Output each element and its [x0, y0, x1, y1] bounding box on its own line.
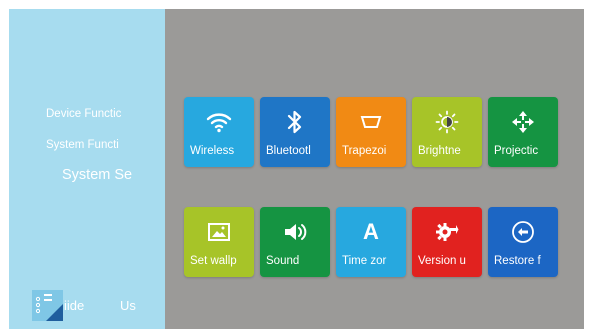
bottom-guide-label[interactable]: iide — [64, 298, 84, 313]
tile-label: Projectic — [494, 145, 539, 157]
tile-restore-factory[interactable]: Restore f — [488, 207, 558, 277]
tile-label: Restore f — [494, 255, 541, 267]
tile-label: Bluetootl — [266, 145, 311, 157]
bottom-user-label[interactable]: Us — [120, 298, 136, 313]
bluetooth-icon — [280, 107, 310, 137]
guide-icon[interactable] — [32, 290, 63, 321]
tile-brightness[interactable]: Brightne — [412, 97, 482, 167]
tile-sound[interactable]: Sound — [260, 207, 330, 277]
tile-projection[interactable]: Projectic — [488, 97, 558, 167]
brightness-icon — [432, 107, 462, 137]
content-area — [165, 9, 584, 329]
sidebar: Device Functic System Functi System Se i… — [9, 9, 165, 329]
tile-label: Version u — [418, 255, 466, 267]
tile-label: Brightne — [418, 145, 461, 157]
tile-label: Time zor — [342, 255, 387, 267]
tile-label: Wireless — [190, 145, 235, 157]
tile-bluetooth[interactable]: Bluetootl — [260, 97, 330, 167]
tile-version-update[interactable]: Version u — [412, 207, 482, 277]
tile-set-wallpaper[interactable]: Set wallp — [184, 207, 254, 277]
wifi-icon — [204, 107, 234, 137]
wallpaper-icon — [204, 217, 234, 247]
tile-time-zone[interactable]: A Time zor — [336, 207, 406, 277]
letter-a-icon: A — [363, 219, 379, 244]
speaker-icon — [280, 217, 310, 247]
trapezoid-icon — [356, 107, 386, 137]
menu-item-system-function[interactable]: System Functi — [46, 139, 144, 151]
tile-wireless[interactable]: Wireless — [184, 97, 254, 167]
tile-label: Trapezoi — [342, 145, 387, 157]
tile-trapezoid[interactable]: Trapezoi — [336, 97, 406, 167]
menu-item-system-settings[interactable]: System Se — [62, 167, 145, 183]
tv-screen: Device Functic System Functi System Se i… — [9, 9, 584, 329]
gear-update-icon — [432, 217, 462, 247]
tile-label: Sound — [266, 255, 300, 267]
projection-arrows-icon — [508, 107, 538, 137]
restore-icon — [508, 217, 538, 247]
tile-label: Set wallp — [190, 255, 237, 267]
menu-item-device-function[interactable]: Device Functic — [46, 108, 144, 120]
